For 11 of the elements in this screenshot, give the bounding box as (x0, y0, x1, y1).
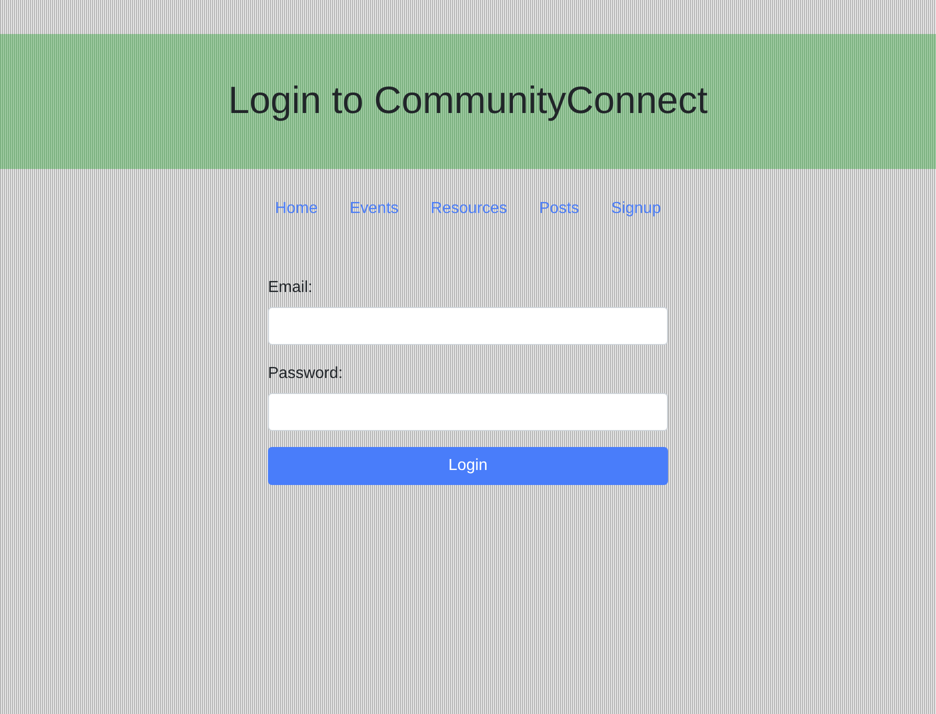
nav-link[interactable]: Resources (430, 200, 508, 218)
nav-link[interactable]: Events (350, 200, 399, 218)
field-label: Email: (268, 279, 314, 297)
page-title: Login to CommunityConnect (228, 80, 708, 123)
input-field[interactable] (268, 393, 668, 431)
field-label: Password: (268, 365, 344, 383)
nav-link[interactable]: Signup (611, 200, 661, 218)
nav-link[interactable]: Home (275, 200, 318, 218)
nav-link[interactable]: Posts (539, 200, 580, 218)
input-field[interactable] (268, 307, 668, 345)
login-button[interactable]: Login (268, 447, 668, 485)
